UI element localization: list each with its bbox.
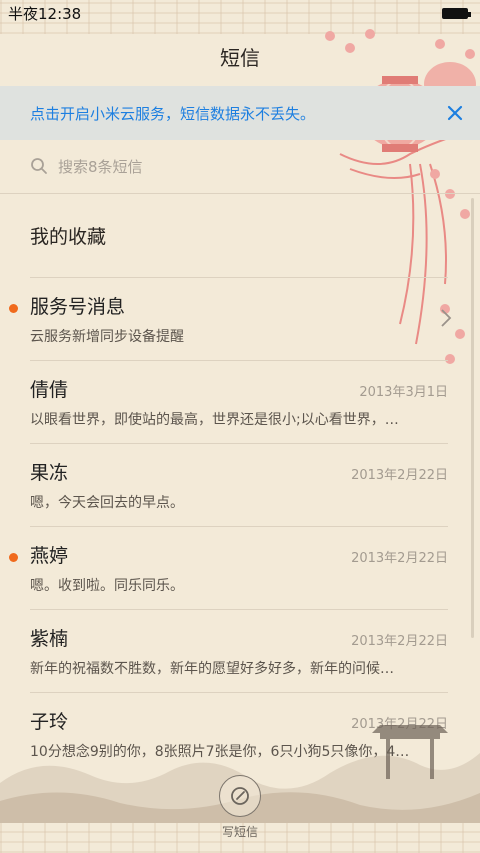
- conversation-snippet: 新年的祝福数不胜数，新年的愿望好多好多，新年的问候…: [30, 661, 394, 677]
- status-time: 半夜12:38: [8, 4, 82, 23]
- conversation-row[interactable]: 果冻 2013年2月22日 嗯，今天会回去的早点。: [30, 444, 448, 527]
- conversation-snippet: 以眼看世界，即使站的最高，世界还是很小;以心看世界，…: [30, 412, 399, 428]
- search-input[interactable]: 搜索8条短信: [30, 146, 450, 186]
- unread-dot: [9, 304, 18, 313]
- conversation-name: 倩倩: [30, 379, 69, 401]
- conversation-snippet: 10分想念9别的你，8张照片7张是你，6只小狗5只像你，4…: [30, 744, 410, 760]
- compose-label[interactable]: 写短信: [222, 823, 258, 840]
- scrollbar[interactable]: [471, 198, 474, 638]
- conversation-row[interactable]: 子玲 2013年2月22日 10分想念9别的你，8张照片7张是你，6只小狗5只像…: [30, 693, 448, 776]
- page-title: 短信: [220, 45, 260, 70]
- cloud-service-banner[interactable]: 点击开启小米云服务，短信数据永不丢失。: [0, 86, 480, 140]
- conversation-list: 我的收藏 服务号消息 云服务新增同步设备提醒 倩倩 2013年3月1日 以眼看世…: [0, 193, 480, 776]
- conversation-snippet: 嗯，今天会回去的早点。: [30, 495, 184, 511]
- conversation-row[interactable]: 服务号消息 云服务新增同步设备提醒: [9, 278, 452, 361]
- conversation-row[interactable]: 紫楠 2013年2月22日 新年的祝福数不胜数，新年的愿望好多好多，新年的问候…: [30, 610, 448, 693]
- conversation-snippet: 云服务新增同步设备提醒: [30, 329, 184, 345]
- conversation-row[interactable]: 倩倩 2013年3月1日 以眼看世界，即使站的最高，世界还是很小;以心看世界，…: [30, 361, 448, 444]
- conversation-name: 服务号消息: [30, 296, 126, 318]
- compose-icon[interactable]: [219, 775, 261, 817]
- conversation-date: 2013年3月1日: [359, 385, 448, 400]
- conversation-name: 子玲: [30, 711, 69, 733]
- banner-text[interactable]: 点击开启小米云服务，短信数据永不丢失。: [30, 103, 450, 124]
- conversation-date: 2013年2月22日: [351, 551, 448, 566]
- unread-dot: [9, 553, 18, 562]
- conversation-name: 果冻: [30, 462, 69, 484]
- compose-button[interactable]: 写短信: [0, 775, 480, 845]
- conversation-name: 紫楠: [30, 628, 69, 650]
- status-bar: 半夜12:38: [0, 0, 480, 26]
- conversation-row[interactable]: 燕婷 2013年2月22日 嗯。收到啦。同乐同乐。: [9, 527, 448, 610]
- conversation-date: 2013年2月22日: [351, 717, 448, 732]
- favorites-label: 我的收藏: [30, 226, 107, 248]
- conversation-date: 2013年2月22日: [351, 634, 448, 649]
- battery-full-icon: [442, 7, 471, 19]
- favorites-item[interactable]: 我的收藏: [30, 194, 448, 278]
- chevron-right-icon: [441, 309, 452, 327]
- conversation-date: 2013年2月22日: [351, 468, 448, 483]
- search-placeholder: 搜索8条短信: [58, 157, 143, 176]
- conversation-name: 燕婷: [30, 545, 69, 567]
- search-icon: [31, 158, 47, 174]
- close-icon[interactable]: [446, 104, 464, 122]
- conversation-snippet: 嗯。收到啦。同乐同乐。: [30, 578, 184, 594]
